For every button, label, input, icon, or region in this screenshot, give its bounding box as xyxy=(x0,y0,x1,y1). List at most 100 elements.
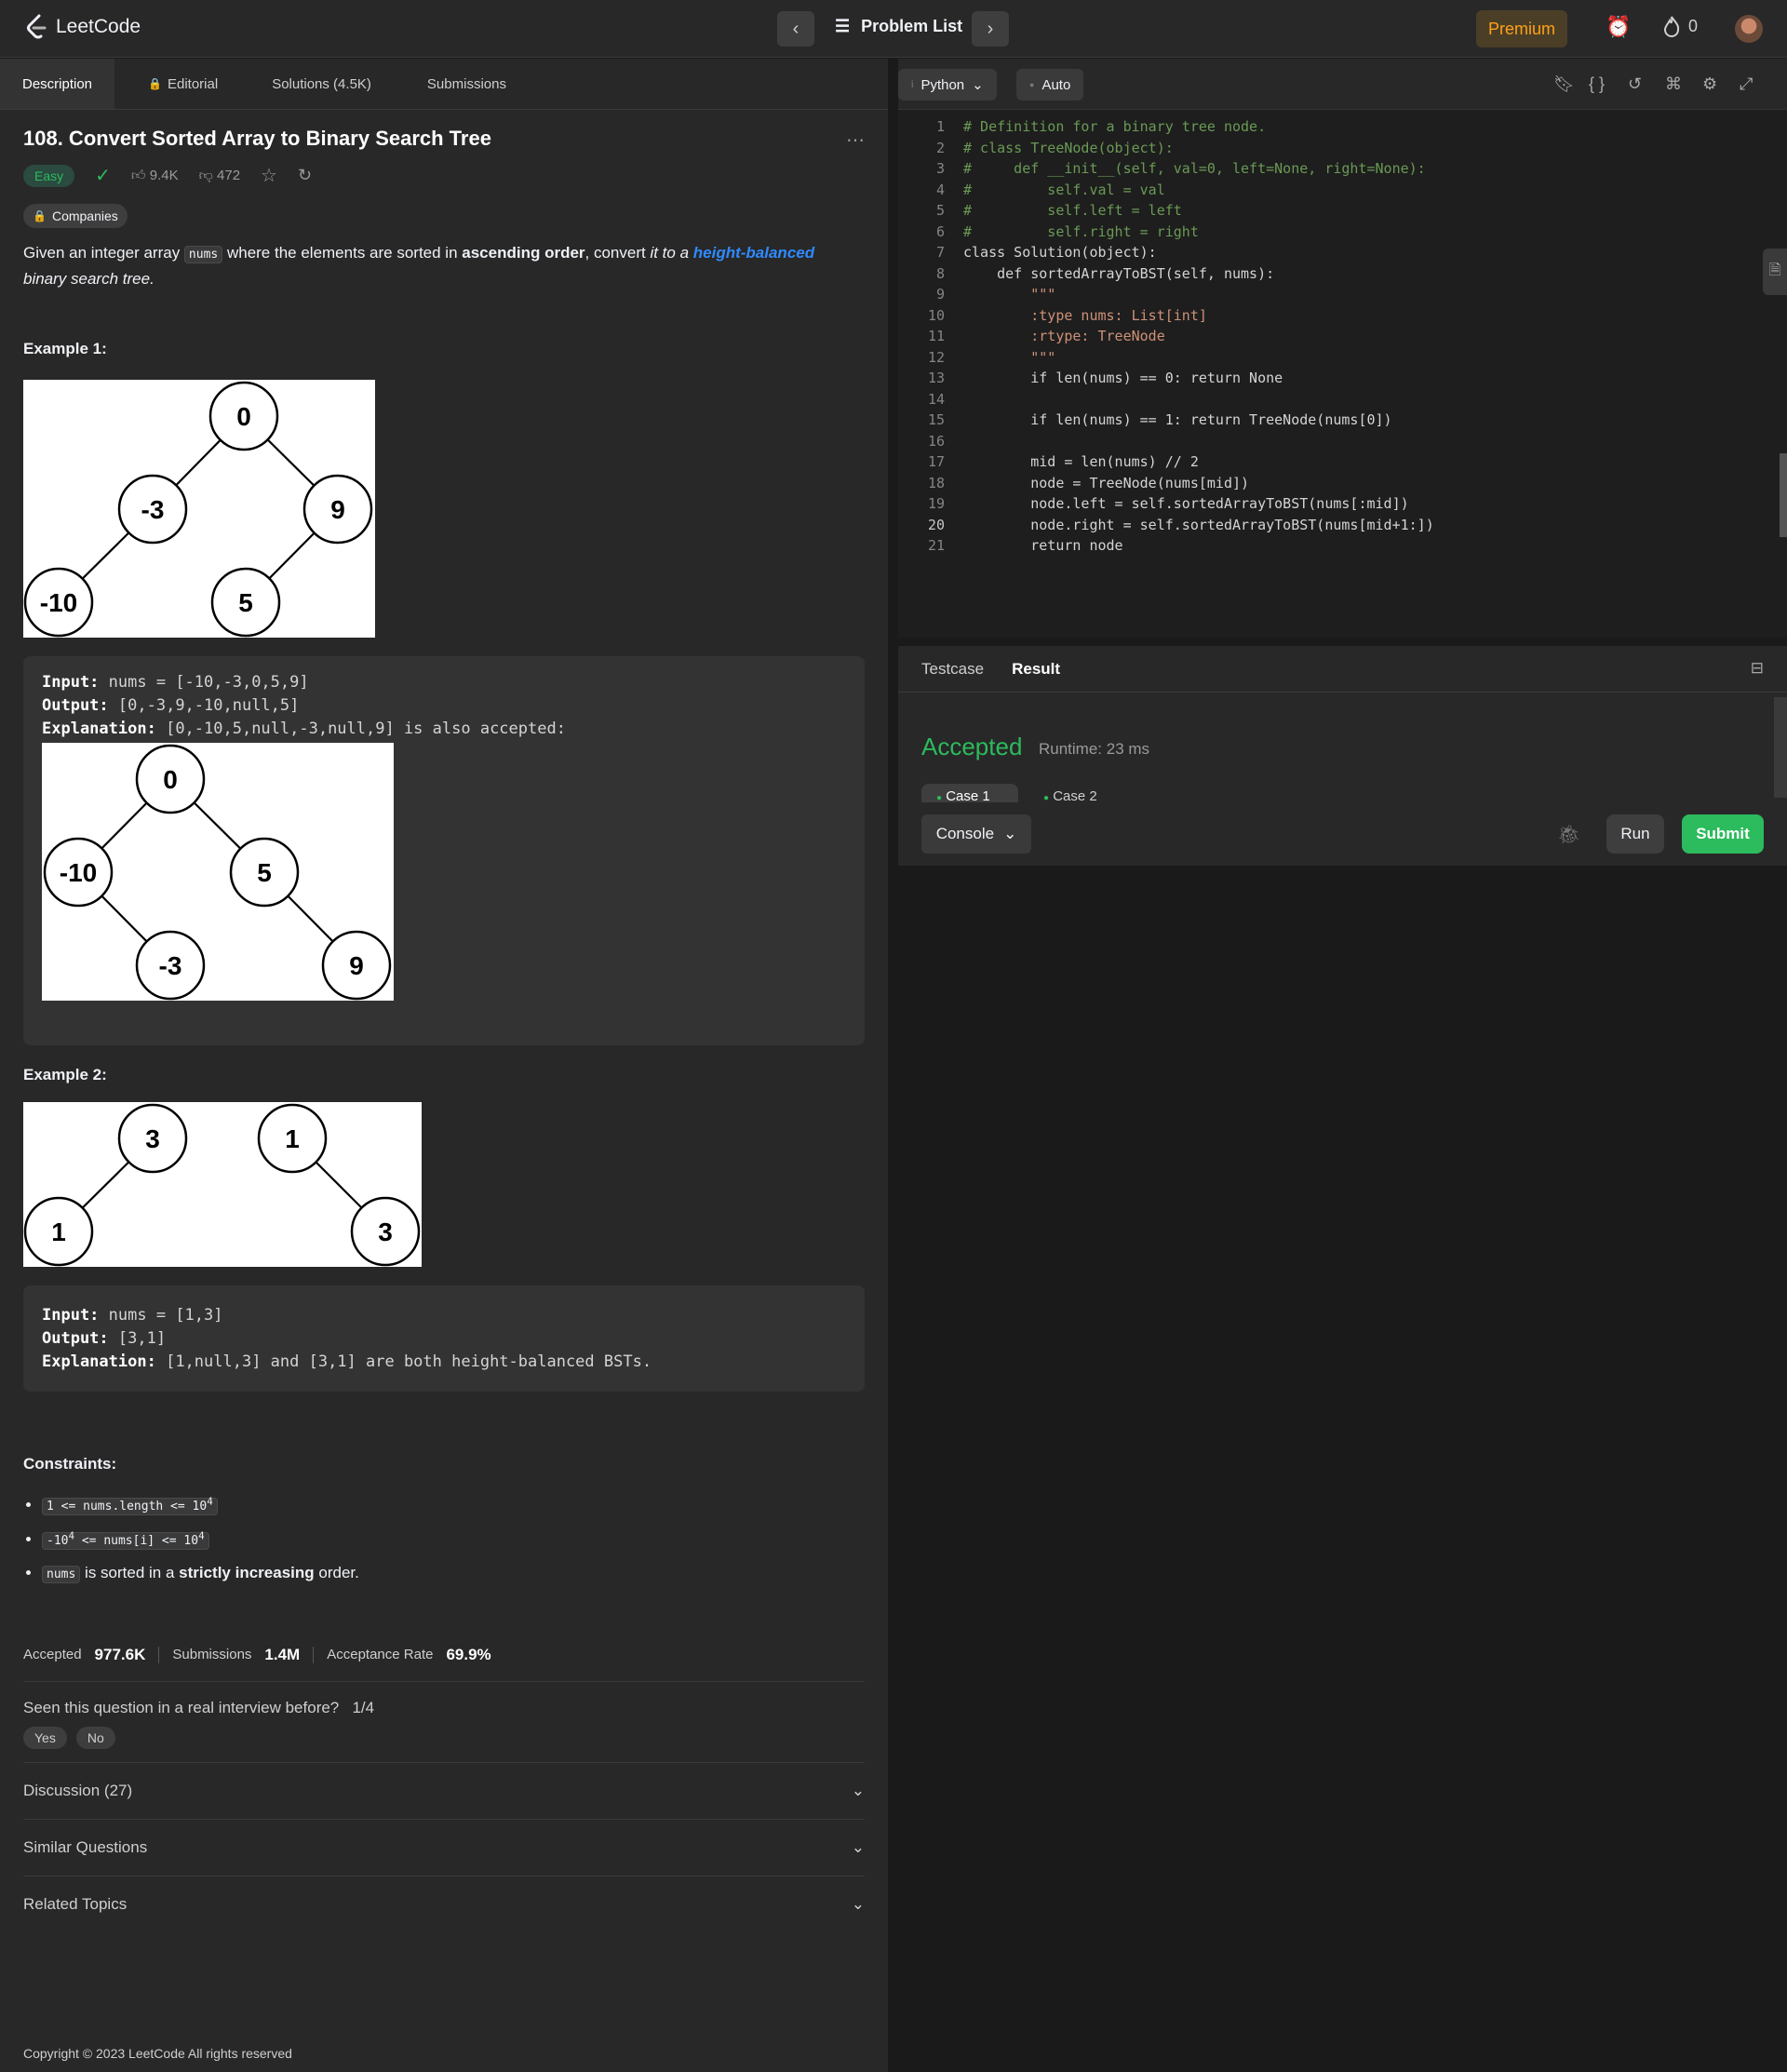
auto-mode-button[interactable]: ● Auto xyxy=(1016,69,1084,101)
problem-title[interactable]: 108. Convert Sorted Array to Binary Sear… xyxy=(23,127,865,151)
fire-icon xyxy=(1663,16,1680,37)
next-problem-button[interactable]: › xyxy=(972,11,1009,47)
thumbs-down-icon: 👎︎ xyxy=(198,167,213,183)
dislike-button[interactable]: 👎︎ 472 xyxy=(199,168,240,184)
prev-problem-button[interactable]: ‹ xyxy=(777,11,814,47)
code-line[interactable]: 7 class Solution(object): xyxy=(898,242,1773,263)
share-icon[interactable]: ↻ xyxy=(298,166,312,185)
example-1-alt-tree-image: 0 -10 5 -3 9 xyxy=(42,743,394,1001)
notes-file-icon[interactable]: 🗎 xyxy=(1763,249,1787,295)
case-2-tab[interactable]: ● Case 2 xyxy=(1043,784,1097,802)
tab-editorial[interactable]: 🔒 Editorial xyxy=(114,59,240,109)
command-icon[interactable]: ⌘ xyxy=(1665,74,1682,94)
tab-description[interactable]: Description xyxy=(0,59,115,109)
tree-node: 3 xyxy=(145,1124,160,1153)
star-icon[interactable]: ☆ xyxy=(261,164,277,187)
list-item: 1 <= nums.length <= 104 xyxy=(42,1496,865,1516)
similar-questions-section[interactable]: Similar Questions ⌄ xyxy=(23,1820,865,1876)
tab-submissions[interactable]: Submissions xyxy=(394,59,529,109)
list-item: -104 <= nums[i] <= 104 xyxy=(42,1529,865,1550)
reset-icon[interactable]: ↺ xyxy=(1628,74,1642,94)
layout-toggle-icon[interactable]: ⊟ xyxy=(1751,659,1764,678)
user-avatar[interactable] xyxy=(1735,15,1763,43)
top-navbar: LeetCode ‹ ☰ Problem List › Premium ⏰ 0 xyxy=(0,0,1787,58)
code-line[interactable]: 10 :type nums: List[int] xyxy=(898,305,1773,327)
explanation-value: [1,null,3] and [3,1] are both height-bal… xyxy=(166,1352,652,1371)
streak-counter[interactable]: 0 xyxy=(1662,15,1698,37)
run-button[interactable]: Run xyxy=(1606,814,1664,854)
code-line[interactable]: 1 # Definition for a binary tree node. xyxy=(898,116,1773,138)
case-1-tab[interactable]: ● Case 1 xyxy=(921,784,1018,802)
code-line[interactable]: 5 # self.left = left xyxy=(898,200,1773,222)
leetcode-logo[interactable]: LeetCode xyxy=(24,13,141,41)
list-icon: ☰ xyxy=(835,17,851,35)
alarm-clock-icon[interactable]: ⏰ xyxy=(1606,15,1631,39)
code-line[interactable]: 16 xyxy=(898,431,1773,452)
lock-icon: 🔒 xyxy=(33,209,47,222)
example-2-io-block: Input: nums = [1,3] Output: [3,1] Explan… xyxy=(23,1285,865,1392)
chevron-down-icon: ⌄ xyxy=(851,1894,865,1913)
code-line[interactable]: 21 return node xyxy=(898,535,1773,557)
code-line[interactable]: 13 if len(nums) == 0: return None xyxy=(898,368,1773,389)
code-text: node = TreeNode(nums[mid]) xyxy=(963,474,1250,491)
output-label: Output: xyxy=(42,696,109,715)
line-number: 4 xyxy=(935,181,945,198)
height-balanced-link[interactable]: height-balanced xyxy=(693,244,814,262)
code-line[interactable]: 18 node = TreeNode(nums[mid]) xyxy=(898,473,1773,494)
code-text: node.left = self.sortedArrayToBST(nums[:… xyxy=(963,495,1409,512)
settings-gear-icon[interactable]: ⚙ xyxy=(1702,74,1717,94)
companies-button[interactable]: 🔒 Companies xyxy=(23,204,128,228)
code-text: # Definition for a binary tree node. xyxy=(963,118,1267,135)
code-line[interactable]: 2 # class TreeNode(object): xyxy=(898,138,1773,159)
debug-bug-icon[interactable]: 🐞︎ xyxy=(1557,823,1580,846)
yes-button[interactable]: Yes xyxy=(23,1726,67,1749)
code-line[interactable]: 11 :rtype: TreeNode xyxy=(898,326,1773,347)
no-button[interactable]: No xyxy=(75,1726,115,1749)
thumbs-up-icon: 👍︎ xyxy=(130,167,146,183)
code-line[interactable]: 9 """ xyxy=(898,284,1773,305)
line-number: 17 xyxy=(927,453,945,470)
code-line[interactable]: 8 def sortedArrayToBST(self, nums): xyxy=(898,263,1773,285)
submissions-count: 1.4M xyxy=(264,1645,301,1663)
code-editor[interactable]: 1 # Definition for a binary tree node. 2 # … xyxy=(898,116,1773,557)
code-line[interactable]: 15 if len(nums) == 1: return TreeNode(nu… xyxy=(898,410,1773,431)
premium-button[interactable]: Premium xyxy=(1476,10,1567,47)
divider xyxy=(23,1680,865,1682)
submit-button[interactable]: Submit xyxy=(1682,814,1764,854)
editor-scrollbar[interactable] xyxy=(1780,453,1787,537)
case-2-label: Case 2 xyxy=(1053,788,1097,802)
constraint-text: is sorted in a xyxy=(80,1563,180,1581)
code-line[interactable]: 6 # self.right = right xyxy=(898,222,1773,243)
more-options-icon[interactable]: ⋯ xyxy=(846,128,865,152)
discussion-section[interactable]: Discussion (27) ⌄ xyxy=(23,1763,865,1819)
accepted-count: 977.6K xyxy=(94,1645,146,1663)
tab-solutions[interactable]: Solutions (4.5K) xyxy=(240,59,394,109)
submissions-label: Submissions xyxy=(172,1647,252,1663)
result-tabs: Testcase Result ⊟ xyxy=(898,646,1787,693)
console-button[interactable]: Console ⌄ xyxy=(921,814,1031,854)
problem-list-button[interactable]: ☰ Problem List xyxy=(835,17,962,36)
constraint-text: <= nums[i] <= 10 xyxy=(74,1533,199,1548)
language-select[interactable]: i Python ⌄ xyxy=(898,69,997,101)
interview-question: Seen this question in a real interview b… xyxy=(23,1699,865,1717)
related-topics-section[interactable]: Related Topics ⌄ xyxy=(23,1877,865,1932)
code-line[interactable]: 20 node.right = self.sortedArrayToBST(nu… xyxy=(898,515,1773,536)
expand-icon[interactable]: ⤢ xyxy=(1740,74,1753,94)
discussion-label: Discussion (27) xyxy=(23,1781,133,1799)
tab-result[interactable]: Result xyxy=(1012,660,1060,679)
braces-icon[interactable]: { } xyxy=(1589,74,1605,94)
output-label: Output: xyxy=(42,1329,109,1348)
code-line[interactable]: 17 mid = len(nums) // 2 xyxy=(898,451,1773,473)
code-line[interactable]: 3 # def __init__(self, val=0, left=None, … xyxy=(898,158,1773,180)
acceptance-stats: Accepted 977.6K Submissions 1.4M Acceptanc… xyxy=(23,1646,865,1664)
bookmark-icon[interactable]: 🔖︎ xyxy=(1553,74,1575,94)
line-number: 7 xyxy=(935,244,945,261)
topics-label: Related Topics xyxy=(23,1894,128,1913)
code-line[interactable]: 19 node.left = self.sortedArrayToBST(num… xyxy=(898,493,1773,515)
code-line[interactable]: 4 # self.val = val xyxy=(898,180,1773,201)
code-line[interactable]: 12 """ xyxy=(898,347,1773,369)
tab-testcase[interactable]: Testcase xyxy=(921,660,984,679)
like-button[interactable]: 👍︎ 9.4K xyxy=(131,168,179,184)
result-scrollbar[interactable] xyxy=(1774,697,1787,798)
code-line[interactable]: 14 xyxy=(898,389,1773,410)
